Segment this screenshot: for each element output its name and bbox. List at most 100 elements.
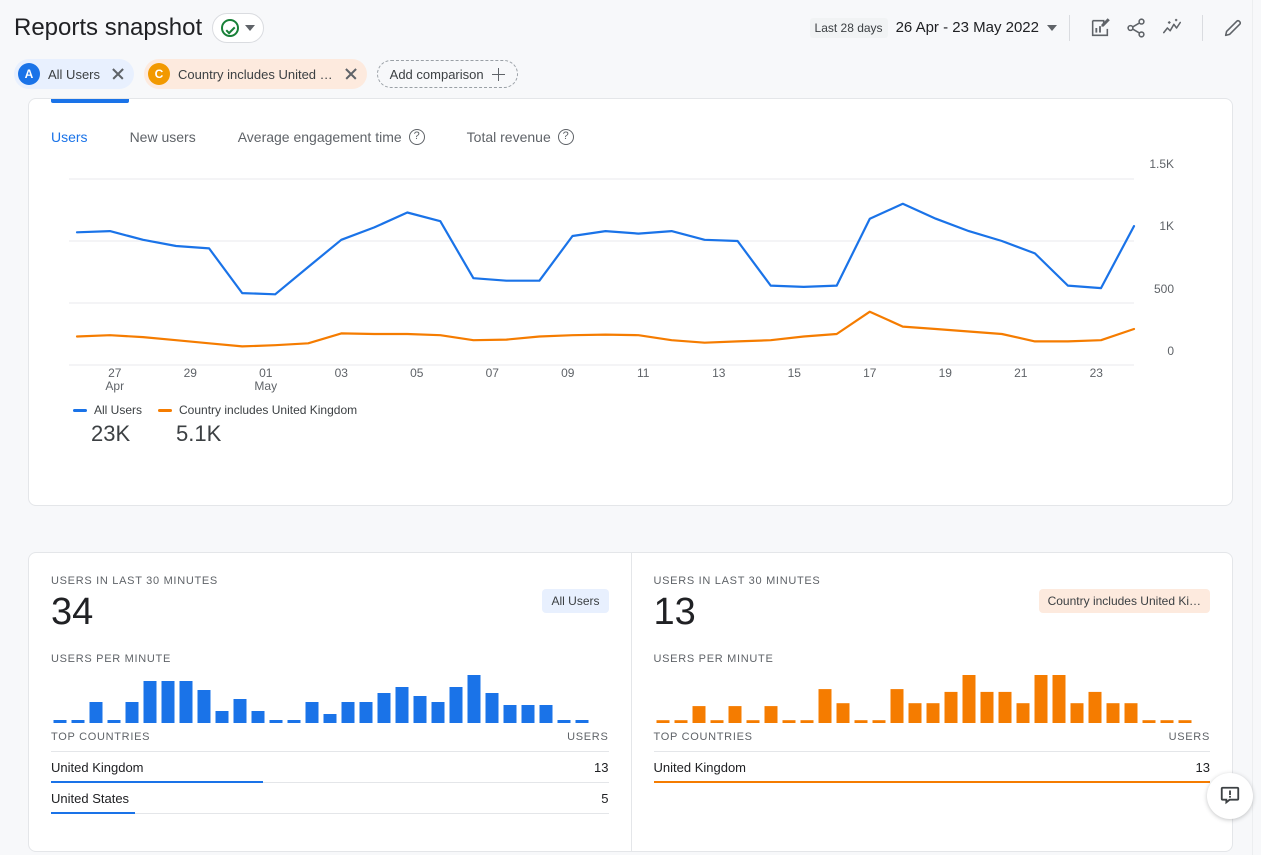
bar: [216, 711, 229, 723]
chart-legend: All Users 23K Country includes United Ki…: [29, 403, 1232, 447]
close-icon[interactable]: [110, 66, 126, 82]
x-axis-tick: 17: [863, 367, 876, 380]
bar: [926, 703, 939, 723]
title-group: Reports snapshot: [14, 13, 264, 43]
x-axis-tick: 01May: [254, 367, 277, 393]
bar: [108, 720, 121, 723]
bar: [486, 693, 499, 723]
bar: [522, 705, 535, 723]
x-axis-tick: 05: [410, 367, 423, 380]
bar: [710, 720, 723, 723]
y-axis-tick: 1.5K: [1114, 157, 1174, 171]
x-axis-tick: 19: [939, 367, 952, 380]
table-row[interactable]: United Kingdom 13: [51, 752, 609, 783]
x-axis-tick: 27Apr: [105, 367, 124, 393]
realtime-segment-badge: All Users: [542, 589, 608, 613]
page-header: Reports snapshot Last 28 days 26 Apr - 2…: [0, 0, 1261, 55]
bar: [558, 720, 571, 723]
x-axis-ticks: 27Apr2901May0305070911131517192123: [29, 361, 1232, 401]
question-mark-icon[interactable]: ?: [558, 129, 574, 145]
insights-icon[interactable]: [1082, 10, 1118, 46]
scrollbar[interactable]: [1252, 0, 1261, 855]
bar: [234, 699, 247, 723]
realtime-caption: USERS IN LAST 30 MINUTES: [654, 575, 1211, 587]
bar: [126, 702, 139, 723]
bar: [1160, 720, 1173, 723]
realtime-user-count: 34: [51, 589, 609, 635]
bar: [1088, 692, 1101, 723]
bar: [674, 720, 687, 723]
tab-users[interactable]: Users: [51, 129, 108, 145]
bar: [746, 720, 759, 723]
table-row[interactable]: United States 5: [51, 783, 609, 814]
legend-item-country[interactable]: Country includes United Kingdom 5.1K: [158, 403, 357, 447]
tab-average-engagement-time[interactable]: Average engagement time ?: [238, 129, 445, 145]
users-line-chart[interactable]: 1.5K 1K 500 0 27Apr2901May03050709111315…: [29, 165, 1232, 395]
bar: [998, 692, 1011, 723]
bar: [1106, 703, 1119, 723]
header-actions: Last 28 days 26 Apr - 23 May 2022: [810, 0, 1251, 55]
bar: [450, 687, 463, 723]
country-name: United Kingdom: [51, 760, 144, 775]
users-per-minute-caption: USERS PER MINUTE: [51, 653, 609, 665]
country-users: 13: [1196, 760, 1210, 775]
x-axis-tick: 09: [561, 367, 574, 380]
bar: [342, 702, 355, 723]
table-header: TOP COUNTRIES USERS: [51, 731, 609, 752]
tab-new-users[interactable]: New users: [130, 129, 216, 145]
date-preset-badge: Last 28 days: [810, 18, 888, 38]
realtime-caption: USERS IN LAST 30 MINUTES: [51, 575, 609, 587]
bar: [836, 703, 849, 723]
users-per-minute-caption: USERS PER MINUTE: [654, 653, 1211, 665]
feedback-chat-icon[interactable]: [1207, 773, 1253, 819]
chip-label: Country includes United …: [178, 67, 333, 82]
share-icon[interactable]: [1118, 10, 1154, 46]
bar: [144, 681, 157, 723]
add-comparison-button[interactable]: Add comparison: [377, 60, 518, 88]
bar: [1124, 703, 1137, 723]
question-mark-icon[interactable]: ?: [409, 129, 425, 145]
users-per-minute-bar-chart: [654, 671, 1194, 723]
realtime-column-all-users: USERS IN LAST 30 MINUTES 34 All Users US…: [29, 553, 631, 851]
row-progress-bar: [51, 812, 135, 814]
trend-sparkle-icon[interactable]: [1154, 10, 1190, 46]
date-range-label: 26 Apr - 23 May 2022: [896, 19, 1039, 36]
table-row[interactable]: United Kingdom 13: [654, 752, 1211, 783]
bar: [414, 696, 427, 723]
add-comparison-label: Add comparison: [390, 67, 484, 82]
bar: [360, 702, 373, 723]
bar: [288, 720, 301, 723]
bar: [324, 714, 337, 723]
tab-total-revenue[interactable]: Total revenue ?: [467, 129, 594, 145]
country-users: 5: [601, 791, 608, 806]
date-range-chevron-down-icon[interactable]: [1047, 25, 1057, 31]
report-status-dropdown[interactable]: [212, 13, 264, 43]
legend-label: Country includes United Kingdom: [179, 403, 357, 417]
metric-tabs: Users New users Average engagement time …: [29, 99, 1232, 145]
chevron-down-icon: [245, 25, 255, 31]
x-axis-tick: 11: [637, 367, 649, 380]
x-axis-tick: 13: [712, 367, 725, 380]
pencil-edit-icon[interactable]: [1215, 10, 1251, 46]
bar: [1034, 675, 1047, 723]
comparison-chip-country[interactable]: C Country includes United …: [144, 59, 367, 89]
legend-item-all-users[interactable]: All Users 23K: [73, 403, 142, 447]
bar: [72, 720, 85, 723]
bar: [180, 681, 193, 723]
realtime-overview-card: USERS IN LAST 30 MINUTES 34 All Users US…: [28, 552, 1233, 852]
legend-value: 5.1K: [158, 421, 357, 447]
bar: [1016, 703, 1029, 723]
bar: [764, 706, 777, 723]
comparison-chip-all-users[interactable]: A All Users: [14, 59, 134, 89]
column-header-users: USERS: [567, 731, 608, 743]
comparison-chips-row: A All Users C Country includes United … …: [0, 55, 1261, 93]
column-header-country: TOP COUNTRIES: [654, 731, 753, 743]
bar: [692, 706, 705, 723]
x-axis-tick: 23: [1090, 367, 1103, 380]
bar: [162, 681, 175, 723]
top-countries-table: TOP COUNTRIES USERS United Kingdom 13 Un…: [51, 731, 609, 814]
legend-value: 23K: [73, 421, 142, 447]
close-icon[interactable]: [343, 66, 359, 82]
chip-avatar-icon: C: [148, 63, 170, 85]
top-countries-table: TOP COUNTRIES USERS United Kingdom 13: [654, 731, 1211, 783]
